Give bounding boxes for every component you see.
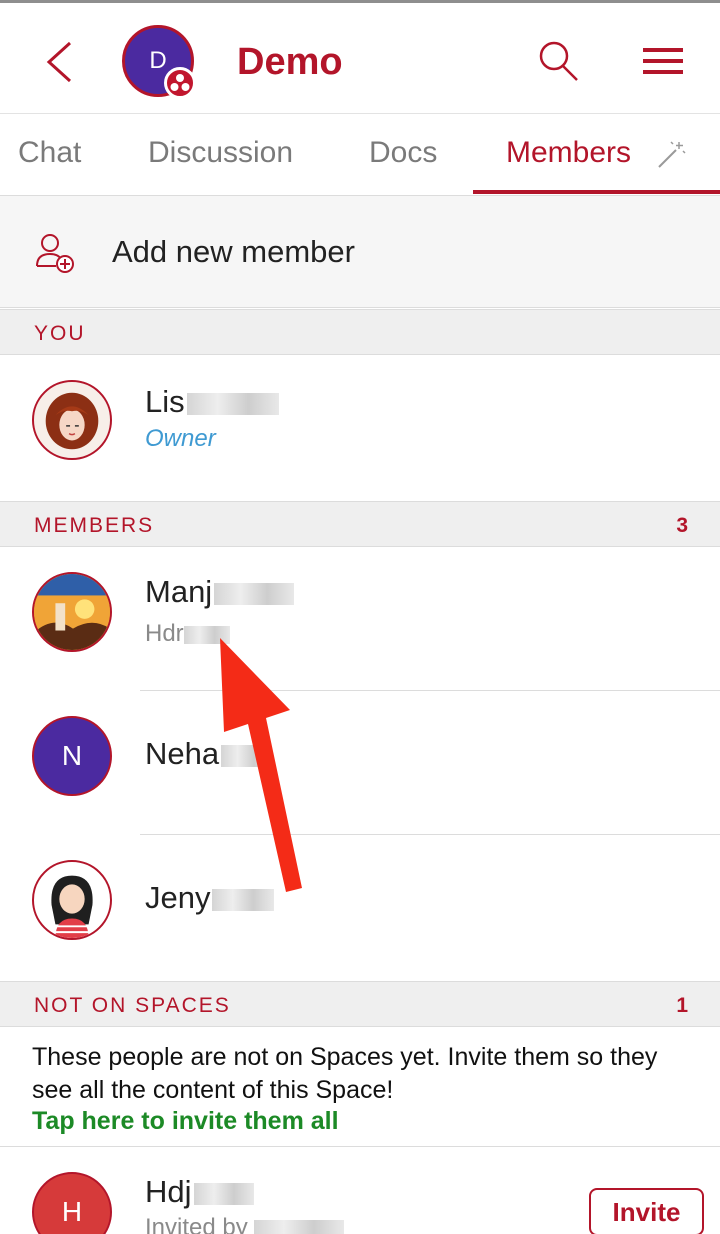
section-title: MEMBERS: [34, 514, 155, 537]
annotation-arrow: [220, 638, 302, 892]
member-row[interactable]: Jeny: [0, 836, 720, 980]
invitee-name-text: Hdj: [145, 1174, 192, 1209]
redacted-text: [214, 582, 295, 605]
avatar: N: [32, 716, 112, 796]
invite-button[interactable]: Invite: [589, 1188, 704, 1234]
invitee-subtitle-text: Invited by: [145, 1214, 248, 1234]
menu-icon[interactable]: [641, 45, 685, 79]
section-count: 3: [676, 514, 688, 537]
tab-discussion[interactable]: Discussion: [148, 136, 293, 170]
section-count: 1: [676, 994, 688, 1017]
avatar: [32, 572, 112, 652]
member-row[interactable]: N Neha: [0, 692, 720, 836]
add-member-row[interactable]: Add new member: [0, 196, 720, 308]
avatar: [32, 380, 112, 460]
invitee-subtitle: Invited by: [145, 1214, 345, 1234]
not-on-spaces-notice: These people are not on Spaces yet. Invi…: [0, 1027, 720, 1147]
member-name-text: Manj: [145, 574, 213, 609]
member-subtitle-text: Hdr: [145, 620, 184, 647]
section-you-header: YOU: [0, 309, 720, 355]
avatar-initial: N: [61, 740, 83, 771]
active-tab-indicator: [473, 190, 720, 194]
redacted-text: [186, 392, 279, 415]
redacted-text: [193, 1182, 254, 1205]
magic-wand-icon[interactable]: [656, 140, 686, 170]
group-badge-icon: [164, 67, 196, 99]
member-name: Lis: [145, 384, 279, 420]
member-name-text: Lis: [145, 384, 185, 419]
notice-text: These people are not on Spaces yet. Invi…: [32, 1043, 658, 1104]
section-title: NOT ON SPACES: [34, 994, 231, 1017]
section-not-on-spaces-header: NOT ON SPACES 1: [0, 981, 720, 1027]
invite-all-link[interactable]: Tap here to invite them all: [32, 1107, 339, 1136]
tab-members[interactable]: Members: [506, 136, 631, 170]
member-row-self[interactable]: Lis Owner: [0, 356, 720, 500]
tab-bar: Chat Discussion Docs Members: [0, 114, 720, 196]
add-member-icon: [34, 232, 76, 274]
invitee-name: Hdj: [145, 1174, 254, 1210]
search-icon[interactable]: [537, 39, 581, 83]
back-icon[interactable]: [36, 37, 82, 87]
section-title: YOU: [34, 322, 86, 345]
avatar: H: [32, 1172, 112, 1234]
section-members-header: MEMBERS 3: [0, 501, 720, 547]
add-member-label: Add new member: [112, 234, 355, 269]
app-header: D Demo: [0, 0, 720, 114]
tab-docs[interactable]: Docs: [369, 136, 437, 170]
member-row[interactable]: Manj Hdr: [0, 548, 720, 692]
member-name: Manj: [145, 574, 295, 610]
avatar: [32, 860, 112, 940]
avatar-initial: H: [61, 1196, 83, 1227]
redacted-text: [254, 1219, 345, 1234]
page-title: Demo: [237, 41, 343, 83]
space-avatar-initial: D: [149, 47, 167, 74]
tab-chat[interactable]: Chat: [18, 136, 81, 170]
member-role: Owner: [145, 425, 216, 452]
